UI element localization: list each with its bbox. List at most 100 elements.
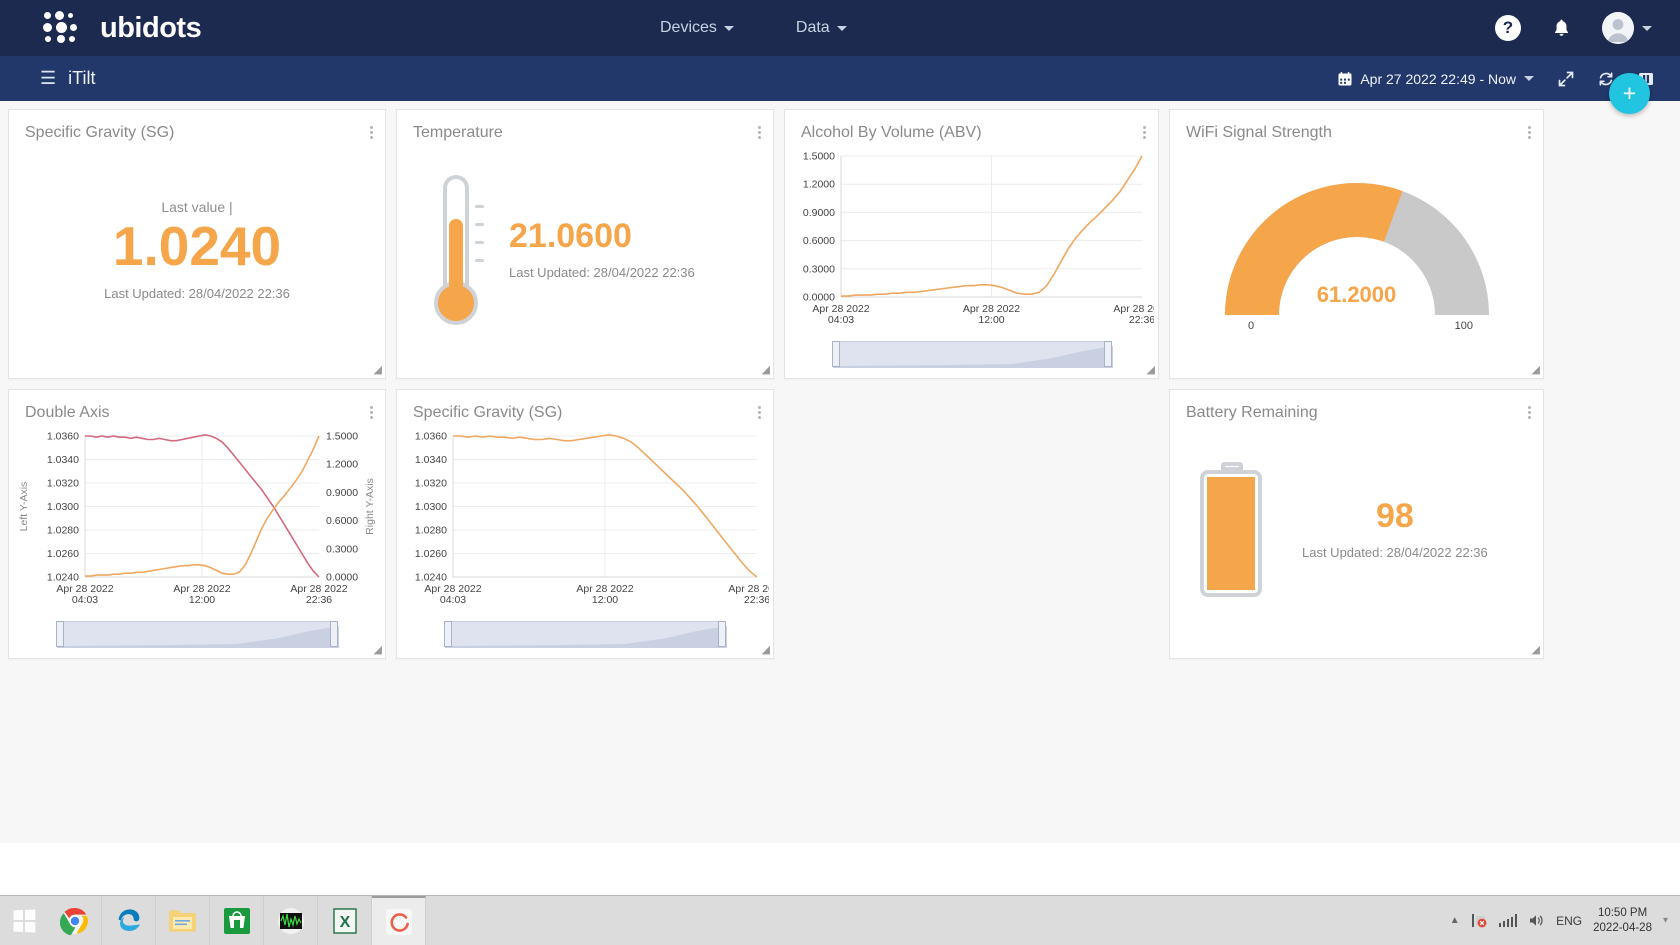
svg-text:1.0260: 1.0260: [415, 548, 447, 560]
start-button[interactable]: [0, 896, 48, 945]
widget-menu-icon[interactable]: [758, 124, 761, 141]
svg-text:1.0340: 1.0340: [47, 454, 79, 466]
svg-text:1.0360: 1.0360: [47, 431, 79, 443]
network-error-icon[interactable]: [1471, 913, 1488, 928]
svg-text:1.0360: 1.0360: [415, 431, 447, 443]
add-widget-button[interactable]: +: [1609, 73, 1650, 114]
widget-menu-icon[interactable]: [758, 404, 761, 421]
dashboard-grid: Specific Gravity (SG) Last value | 1.024…: [0, 101, 1680, 843]
taskbar-item-excel[interactable]: X: [318, 896, 372, 945]
language-indicator[interactable]: ENG: [1556, 914, 1582, 928]
avatar[interactable]: [1602, 12, 1634, 44]
range-handle-right[interactable]: [718, 621, 726, 647]
resize-handle-icon[interactable]: ◢: [1532, 363, 1540, 376]
taskbar-item-edge[interactable]: [102, 896, 156, 945]
signal-bars-icon[interactable]: [1498, 914, 1518, 927]
widget-title: Battery Remaining: [1186, 404, 1318, 421]
user-avatar-icon: [1602, 12, 1634, 44]
last-updated-label: Last Updated: 28/04/2022 22:36: [509, 265, 695, 280]
nav-devices-label: Devices: [660, 19, 717, 36]
svg-text:04:03: 04:03: [828, 314, 854, 326]
volume-icon[interactable]: [1528, 913, 1545, 928]
user-menu[interactable]: [1602, 12, 1652, 44]
gauge-min-label: 0: [1248, 320, 1255, 332]
range-handle-left[interactable]: [444, 621, 452, 647]
widget-menu-icon[interactable]: [1528, 124, 1531, 141]
sg-chart-canvas[interactable]: 1.0240 1.0260 1.0280 1.0300 1.0320 1.0340 1.03…: [397, 422, 786, 622]
last-updated-label: Last Updated: 28/04/2022 22:36: [104, 285, 290, 301]
svg-text:1.0280: 1.0280: [47, 525, 79, 537]
widget-menu-icon[interactable]: [1143, 124, 1146, 141]
resize-handle-icon[interactable]: ◢: [1147, 363, 1155, 376]
last-updated-label: Last Updated: 28/04/2022 22:36: [1302, 545, 1488, 560]
gauge-max-label: 100: [1454, 320, 1473, 332]
widget-title: Double Axis: [25, 404, 110, 421]
svg-text:0.9000: 0.9000: [803, 207, 835, 219]
last-value-label: Last value |: [161, 198, 233, 215]
temperature-values: 21.0600 Last Updated: 28/04/2022 22:36: [509, 219, 695, 280]
svg-text:0.0000: 0.0000: [326, 572, 358, 584]
chevron-down-icon: [723, 25, 734, 31]
metric-value: 98: [1375, 497, 1414, 535]
range-handle-left[interactable]: [831, 341, 840, 367]
range-handle-left[interactable]: [56, 621, 64, 647]
widget-menu-icon[interactable]: [370, 404, 373, 421]
taskbar-item-chrome[interactable]: [48, 896, 102, 945]
show-desktop-icon[interactable]: ▾: [1663, 915, 1668, 926]
range-handle-right[interactable]: [1103, 341, 1112, 367]
clock[interactable]: 10:50 PM 2022-04-28: [1593, 906, 1652, 935]
sg-range-selector[interactable]: [397, 620, 773, 648]
widget-title: Alcohol By Volume (ABV): [801, 124, 982, 141]
svg-text:1.0240: 1.0240: [47, 572, 79, 584]
top-navbar: ubidots Devices Data ?: [0, 0, 1680, 56]
nav-item-data[interactable]: Data: [796, 19, 847, 37]
chevron-down-icon: [1524, 76, 1534, 81]
microsoft-store-icon: [223, 907, 250, 934]
ubidots-dots-icon: [42, 10, 88, 46]
taskbar-item-audio-editor[interactable]: [264, 896, 318, 945]
abv-chart-canvas[interactable]: 0.0000 0.3000 0.6000 0.9000 1.2000 1.5000 Apr …: [785, 142, 1171, 342]
metric-value: 21.0600: [509, 217, 632, 255]
date-range-label: Apr 27 2022 22:49 - Now: [1360, 70, 1516, 87]
value-block: Last value | 1.0240 Last Updated: 28/04/…: [9, 142, 385, 357]
taskbar-item-file-explorer[interactable]: [156, 896, 210, 945]
svg-text:12:00: 12:00: [592, 594, 618, 606]
date-range-picker[interactable]: Apr 27 2022 22:49 - Now: [1338, 71, 1534, 87]
svg-text:0.3000: 0.3000: [803, 263, 835, 275]
widget-menu-icon[interactable]: [1528, 404, 1531, 421]
resize-handle-icon[interactable]: ◢: [1532, 643, 1540, 656]
notifications-bell-icon[interactable]: [1551, 17, 1572, 39]
range-handle-right[interactable]: [330, 621, 338, 647]
expand-icon[interactable]: [1558, 71, 1574, 87]
resize-handle-icon[interactable]: ◢: [762, 363, 770, 376]
widget-row-1: Specific Gravity (SG) Last value | 1.024…: [8, 109, 1672, 379]
resize-handle-icon[interactable]: ◢: [374, 363, 382, 376]
dashboard-title[interactable]: iTilt: [68, 68, 95, 89]
resize-handle-icon[interactable]: ◢: [762, 643, 770, 656]
range-preview: [445, 626, 727, 648]
widget-specific-gravity-value: Specific Gravity (SG) Last value | 1.024…: [8, 109, 386, 379]
nav-right-actions: ?: [1495, 0, 1652, 56]
widget-specific-gravity-chart: Specific Gravity (SG) 1.0240 1.0260 1.0280…: [396, 389, 786, 659]
tray-expand-icon[interactable]: ▲: [1450, 915, 1460, 926]
ubidots-dashboard-window: ubidots Devices Data ? ☰ iTilt Apr 27 20…: [0, 0, 1680, 945]
widget-abv-chart: Alcohol By Volume (ABV) 0.0000 0.3000 0.60…: [784, 109, 1171, 379]
empty-grid-slot: [784, 389, 1159, 659]
double-axis-chart-canvas[interactable]: 1.0240 1.0260 1.0280 1.0300 1.0320 1.0340 1.03…: [9, 422, 385, 622]
svg-text:0.3000: 0.3000: [326, 543, 358, 555]
double-axis-range-selector[interactable]: [9, 620, 385, 648]
svg-text:Right Y-Axis: Right Y-Axis: [364, 478, 376, 535]
widget-menu-icon[interactable]: [370, 124, 373, 141]
range-preview: [57, 626, 339, 648]
ubidots-app-icon: [385, 908, 412, 935]
brand-logo[interactable]: ubidots: [42, 10, 202, 46]
abv-range-selector[interactable]: [785, 340, 1158, 368]
hamburger-icon[interactable]: ☰: [40, 68, 56, 89]
resize-handle-icon[interactable]: ◢: [374, 643, 382, 656]
edge-icon: [118, 908, 140, 931]
help-icon[interactable]: ?: [1495, 15, 1521, 41]
taskbar-item-microsoft-store[interactable]: [210, 896, 264, 945]
nav-item-devices[interactable]: Devices: [660, 19, 734, 37]
taskbar-item-ubidots-app[interactable]: [372, 896, 426, 945]
chrome-icon: [59, 907, 88, 935]
